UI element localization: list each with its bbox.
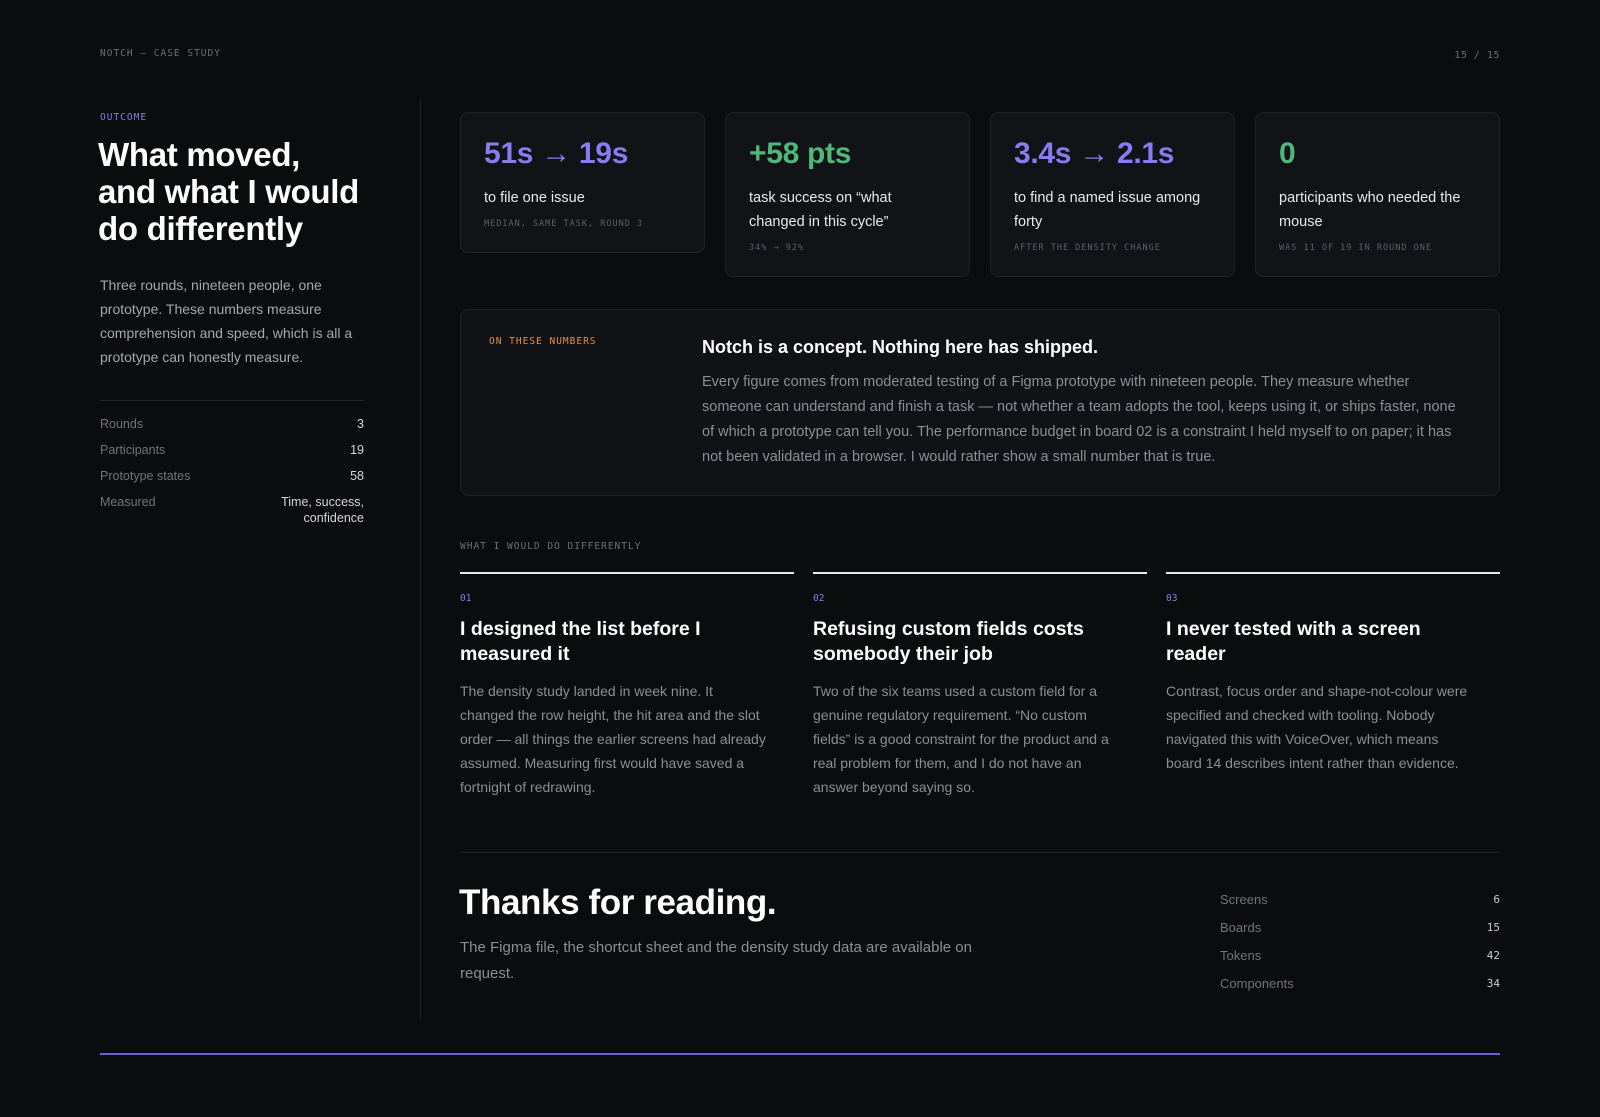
lesson-heading: Refusing custom fields costs somebody th… — [813, 618, 1084, 665]
total-row-screens: Screens 6 — [1220, 885, 1500, 913]
lesson-column-1: 01 I designed the list before I measured… — [460, 572, 794, 799]
lesson-number: 01 — [460, 593, 472, 604]
disclaimer-body: Every figure comes from moderated testin… — [702, 374, 1456, 465]
total-value: 34 — [1486, 976, 1500, 990]
metric-description: to file one issue — [484, 190, 585, 206]
lesson-column-2: 02 Refusing custom fields costs somebody… — [813, 572, 1147, 799]
metric-card-file-issue: 51s → 19s to file one issue MEDIAN, SAME… — [460, 112, 705, 253]
page-title: What moved, and what I would do differen… — [98, 136, 360, 247]
metric-note: AFTER THE DENSITY CHANGE — [1014, 243, 1161, 253]
lesson-heading: I designed the list before I measured it — [460, 618, 701, 665]
lesson-body: Two of the six teams used a custom field… — [813, 683, 1109, 795]
lesson-column-3: 03 I never tested with a screen reader C… — [1166, 572, 1500, 775]
metric-note: MEDIAN, SAME TASK, ROUND 3 — [484, 219, 644, 229]
stat-label: Prototype states — [100, 469, 191, 483]
metric-description: to find a named issue among forty — [1014, 190, 1201, 230]
lesson-body: The density study landed in week nine. I… — [460, 683, 766, 795]
lesson-number: 03 — [1166, 593, 1178, 604]
stat-label: Measured — [100, 495, 156, 509]
stat-row-rounds: Rounds 3 — [100, 416, 364, 432]
stat-value: Time, success, confidence — [281, 495, 364, 525]
progress-bar — [100, 1053, 1500, 1055]
total-value: 6 — [1493, 892, 1500, 906]
vertical-divider — [420, 100, 421, 1018]
metric-card-mouse: 0 participants who needed the mouse WAS … — [1255, 112, 1500, 277]
total-label: Boards — [1220, 919, 1262, 935]
closing-subtitle: The Figma file, the shortcut sheet and t… — [460, 939, 972, 982]
stat-value: 19 — [350, 443, 364, 457]
total-row-tokens: Tokens 42 — [1220, 941, 1500, 969]
total-row-boards: Boards 15 — [1220, 913, 1500, 941]
lesson-body: Contrast, focus order and shape-not-colo… — [1166, 683, 1468, 771]
metric-value: +58 pts — [749, 137, 852, 170]
lesson-heading: I never tested with a screen reader — [1166, 618, 1421, 665]
closing-title: Thanks for reading. — [459, 883, 777, 922]
total-label: Components — [1220, 975, 1294, 991]
total-value: 15 — [1486, 920, 1500, 934]
metric-value: 3.4s → 2.1s — [1014, 137, 1175, 170]
study-stats: Rounds 3 Participants 19 Prototype state… — [100, 400, 364, 526]
disclaimer-card: ON THESE NUMBERS Notch is a concept. Not… — [460, 309, 1500, 496]
metric-card-find-issue: 3.4s → 2.1s to find a named issue among … — [990, 112, 1235, 277]
stat-label: Rounds — [100, 417, 144, 431]
metric-description: task success on “what changed in this cy… — [749, 190, 892, 230]
left-column: OUTCOME What moved, and what I would do … — [98, 112, 364, 536]
metric-card-task-success: +58 pts task success on “what changed in… — [725, 112, 970, 277]
metric-note: WAS 11 OF 19 IN ROUND ONE — [1279, 243, 1432, 253]
metric-value: 51s → 19s — [484, 137, 629, 170]
section-eyebrow: OUTCOME — [100, 112, 148, 123]
stat-label: Participants — [100, 443, 166, 457]
metric-description: participants who needed the mouse — [1279, 190, 1461, 230]
disclaimer-heading: Notch is a concept. Nothing here has shi… — [702, 337, 1099, 357]
total-row-components: Components 34 — [1220, 969, 1500, 997]
total-value: 42 — [1486, 948, 1500, 962]
lesson-number: 02 — [813, 593, 825, 604]
metric-note: 34% → 92% — [749, 243, 805, 253]
closing-divider — [460, 852, 1500, 853]
stat-value: 3 — [357, 417, 364, 431]
stat-row-prototype-states: Prototype states 58 — [100, 468, 364, 484]
metric-value: 0 — [1279, 137, 1296, 170]
total-label: Tokens — [1220, 947, 1262, 963]
header-title: NOTCH — CASE STUDY — [100, 48, 221, 59]
total-label: Screens — [1220, 891, 1268, 907]
stat-row-participants: Participants 19 — [100, 442, 364, 458]
stat-value: 58 — [350, 469, 364, 483]
intro-text: Three rounds, nineteen people, one proto… — [100, 277, 353, 365]
project-totals: Screens 6 Boards 15 Tokens 42 Components… — [1220, 885, 1500, 997]
page-indicator: 15 / 15 — [1454, 50, 1500, 61]
differently-section-label: WHAT I WOULD DO DIFFERENTLY — [460, 541, 642, 552]
disclaimer-label: ON THESE NUMBERS — [489, 336, 597, 347]
stat-row-measured: Measured Time, success, confidence — [100, 494, 364, 526]
